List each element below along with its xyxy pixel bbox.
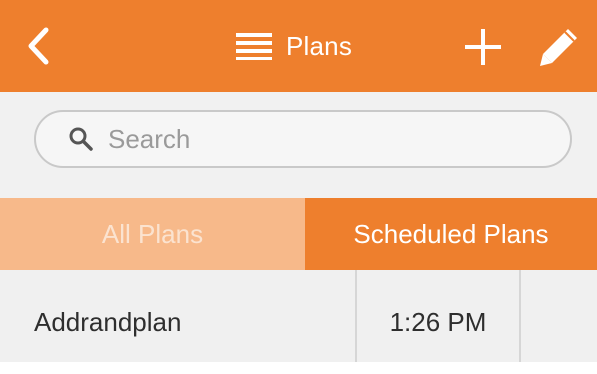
back-button[interactable] xyxy=(22,26,56,66)
search-input[interactable] xyxy=(108,123,508,155)
edit-button[interactable] xyxy=(538,26,580,68)
search-section xyxy=(0,92,597,198)
title-area: Plans xyxy=(236,28,352,64)
pencil-icon xyxy=(540,29,577,66)
search-icon xyxy=(69,127,93,151)
plan-time: 1:26 PM xyxy=(389,307,487,337)
tab-all-plans[interactable]: All Plans xyxy=(0,198,305,270)
search-bar[interactable] xyxy=(34,110,572,168)
list-icon xyxy=(236,33,272,60)
page-title: Plans xyxy=(286,30,353,61)
tab-scheduled-plans[interactable]: Scheduled Plans xyxy=(305,198,597,270)
list-item[interactable]: Addrandplan 1:26 PM xyxy=(0,270,597,362)
plan-tabs: All Plans Scheduled Plans xyxy=(0,198,597,270)
chevron-left-icon xyxy=(28,27,49,65)
top-app-bar: Plans xyxy=(0,0,597,92)
add-plan-button[interactable] xyxy=(463,27,503,67)
plus-icon xyxy=(465,29,501,65)
plan-list: Addrandplan 1:26 PM xyxy=(0,270,597,362)
plan-name: Addrandplan xyxy=(34,307,182,337)
column-divider xyxy=(519,270,521,362)
